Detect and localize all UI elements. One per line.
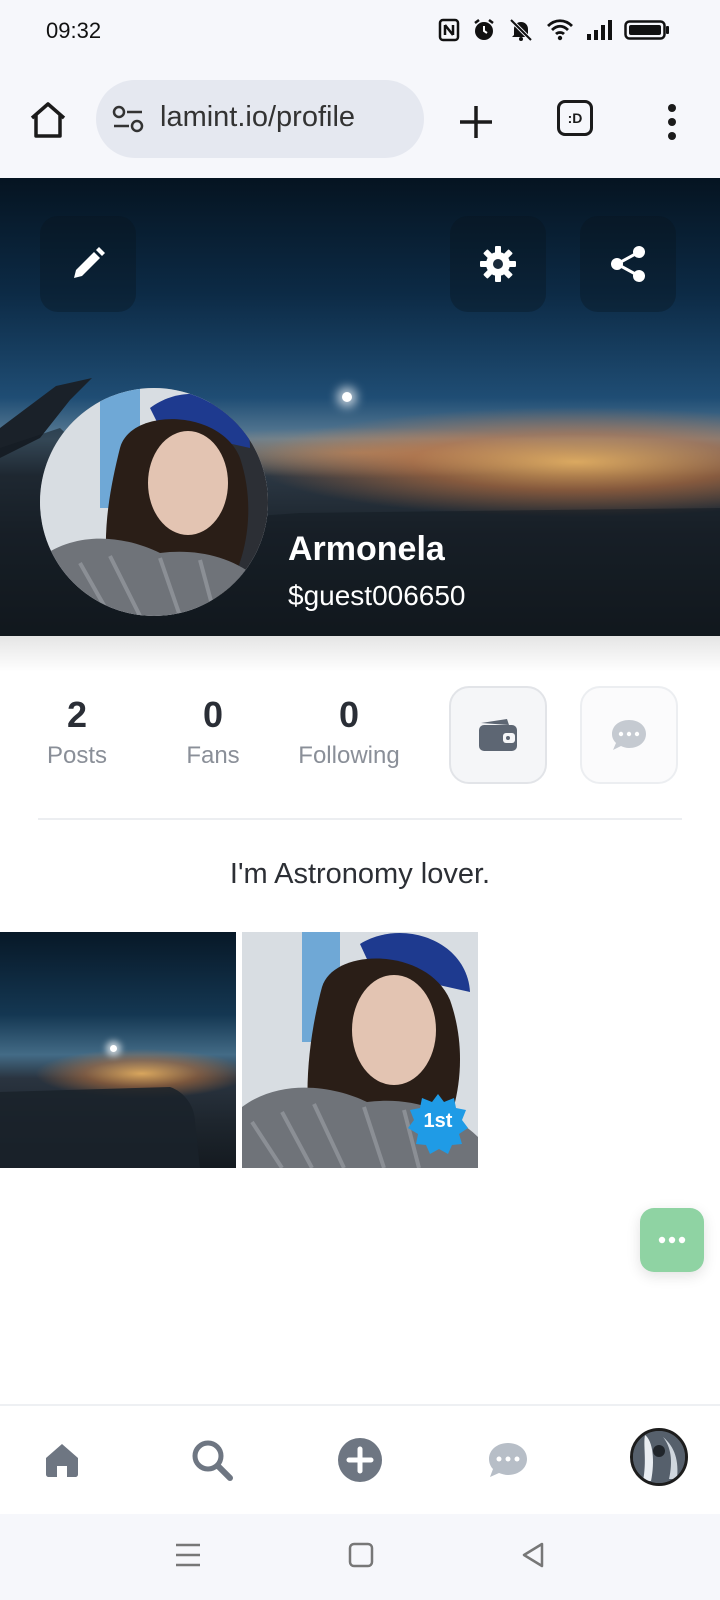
battery-icon — [624, 20, 669, 40]
posts-label: Posts — [46, 742, 108, 769]
nav-avatar-photo — [633, 1431, 685, 1483]
wallet-icon — [479, 719, 517, 751]
tab-switcher-button[interactable]: :D — [557, 100, 593, 136]
avatar-photo — [40, 388, 268, 616]
nav-search[interactable] — [182, 1430, 242, 1490]
chat-bubble-icon — [489, 1443, 527, 1477]
back-triangle-icon[interactable] — [520, 1540, 546, 1570]
post-thumbnail[interactable]: 1st — [242, 932, 478, 1168]
pencil-icon — [74, 247, 105, 278]
first-post-badge-label: 1st — [423, 1110, 453, 1132]
nfc-icon — [438, 18, 460, 42]
stat-posts[interactable]: 2 Posts — [12, 694, 142, 770]
edit-profile-button[interactable] — [40, 216, 136, 312]
share-button[interactable] — [580, 216, 676, 312]
following-label: Following — [298, 742, 400, 769]
plus-icon — [460, 106, 492, 138]
following-count: 0 — [338, 694, 360, 735]
chat-bubble-icon — [612, 720, 646, 750]
address-bar[interactable]: lamint.io/profile — [96, 80, 424, 158]
cover-shadow — [0, 636, 720, 672]
profile-name: Armonela — [288, 530, 445, 568]
browser-menu-button[interactable] — [654, 98, 690, 146]
bottom-navigation — [0, 1404, 720, 1516]
profile-handle: $guest006650 — [288, 580, 466, 611]
more-vertical-icon — [668, 104, 676, 140]
stat-following[interactable]: 0 Following — [284, 694, 414, 770]
eclipse-sun — [110, 1045, 117, 1052]
share-icon — [611, 246, 645, 282]
chat-fab-button[interactable] — [640, 1208, 704, 1272]
nav-profile-avatar[interactable] — [630, 1428, 688, 1486]
alarm-icon — [474, 19, 494, 40]
cover-image: Armonela $guest006650 — [0, 178, 720, 636]
site-settings-icon[interactable] — [112, 105, 144, 133]
mute-icon — [509, 18, 533, 42]
stat-fans[interactable]: 0 Fans — [148, 694, 278, 770]
url-text[interactable]: lamint.io/profile — [160, 101, 355, 134]
wallet-button[interactable] — [449, 686, 547, 784]
browser-home-button[interactable] — [24, 96, 72, 144]
gear-icon — [480, 246, 516, 282]
browser-toolbar: lamint.io/profile :D — [0, 64, 720, 179]
wifi-icon — [547, 19, 573, 41]
profile-bio: I'm Astronomy lover. — [229, 858, 491, 890]
add-circle-icon — [338, 1438, 382, 1482]
message-button[interactable] — [580, 686, 678, 784]
profile-avatar[interactable] — [40, 388, 268, 616]
status-time: 09:32 — [46, 18, 102, 43]
home-square-icon[interactable] — [348, 1540, 374, 1570]
post-thumbnail[interactable] — [0, 932, 236, 1168]
home-outline-icon — [30, 102, 66, 138]
fans-label: Fans — [186, 742, 240, 769]
recent-apps-icon[interactable] — [174, 1540, 202, 1570]
settings-button[interactable] — [450, 216, 546, 312]
nav-home[interactable] — [32, 1430, 92, 1490]
system-navigation-bar — [0, 1514, 720, 1600]
more-horizontal-icon — [658, 1236, 686, 1244]
nav-create-post[interactable] — [330, 1430, 390, 1490]
status-bar: 09:32 — [0, 0, 720, 64]
home-icon — [46, 1444, 78, 1477]
search-icon — [192, 1440, 233, 1481]
eclipse-sun — [342, 392, 352, 402]
fans-count: 0 — [202, 694, 224, 735]
status-icons — [438, 18, 670, 42]
signal-icon — [587, 20, 612, 40]
section-divider — [38, 818, 682, 820]
posts-count: 2 — [66, 694, 88, 735]
nav-messages[interactable] — [478, 1430, 538, 1490]
post-thumbnail-photo — [0, 1087, 200, 1168]
new-tab-button[interactable] — [452, 98, 500, 146]
